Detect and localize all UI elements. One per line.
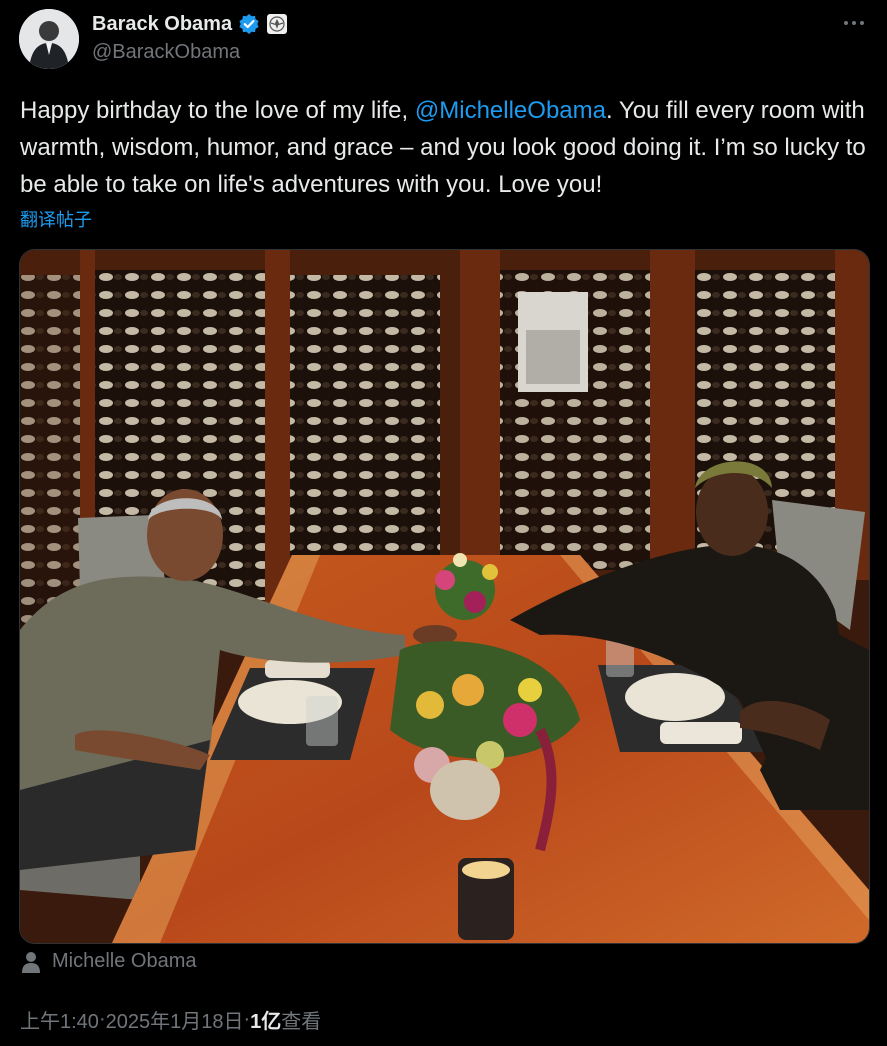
separator: · (243, 1008, 251, 1030)
avatar-photo (19, 9, 79, 69)
tagged-user-name: Michelle Obama (52, 950, 197, 972)
author-block: Barack Obama @BarackObama (92, 10, 288, 64)
more-horizontal-icon (844, 21, 864, 25)
avatar[interactable] (19, 9, 79, 69)
tagged-user[interactable]: Michelle Obama (20, 950, 197, 973)
tweet-photo[interactable] (19, 249, 870, 944)
post-time[interactable]: 上午1:40 (20, 1005, 99, 1034)
mention-link[interactable]: @MichelleObama (415, 97, 606, 124)
person-icon (22, 951, 40, 973)
translate-post-link[interactable]: 翻译帖子 (20, 206, 92, 232)
post-date[interactable]: 2025年1月18日 (106, 1005, 244, 1034)
author-name[interactable]: Barack Obama (92, 13, 232, 36)
author-handle[interactable]: @BarackObama (92, 41, 288, 64)
government-seal-icon[interactable] (266, 13, 288, 35)
views-label: 查看 (281, 1011, 322, 1033)
tweet-metadata: 上午1:40 · 2025年1月18日 · 1亿 查看 (20, 1005, 321, 1034)
tweet-text-start: Happy birthday to the love of my life, (20, 97, 415, 124)
tweet-text: Happy birthday to the love of my life, @… (20, 92, 870, 203)
dinner-photo (20, 250, 869, 943)
views-count: 1亿 (250, 1011, 282, 1033)
verified-badge-icon[interactable] (238, 13, 260, 35)
more-options-button[interactable] (841, 12, 867, 34)
separator: · (98, 1008, 106, 1030)
